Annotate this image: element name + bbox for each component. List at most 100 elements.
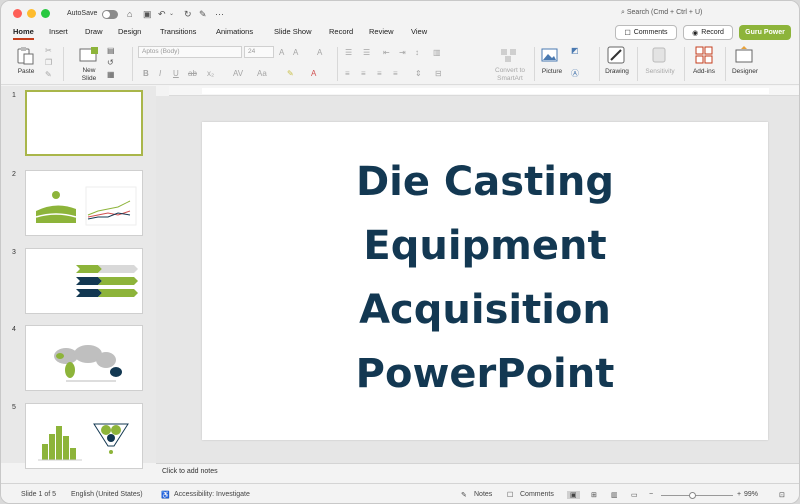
comments-button[interactable]: ☐ Comments	[615, 25, 677, 40]
line-spacing-icon[interactable]: ↕	[415, 48, 419, 57]
character-spacing-icon[interactable]: AV	[233, 69, 243, 78]
tab-transitions[interactable]: Transitions	[160, 25, 196, 38]
zoom-out-icon[interactable]: −	[649, 491, 653, 498]
more-icon[interactable]: ⋯	[215, 9, 224, 19]
bullets-icon[interactable]: ☰	[345, 48, 352, 57]
thumbnail-slide-4[interactable]	[25, 325, 143, 391]
current-slide[interactable]: Die Casting Equipment Acquisition PowerP…	[202, 122, 768, 440]
new-slide-icon[interactable]	[79, 47, 99, 63]
decrease-font-icon[interactable]: A	[293, 48, 298, 57]
redo-icon[interactable]: ↻	[184, 9, 192, 19]
tab-view[interactable]: View	[411, 25, 427, 38]
accessibility-status[interactable]: Accessibility: Investigate	[174, 491, 250, 498]
drawing-icon[interactable]	[607, 46, 625, 64]
sensitivity-icon[interactable]	[651, 46, 667, 64]
tab-record[interactable]: Record	[329, 25, 353, 38]
slideshow-icon[interactable]: ▭	[631, 491, 638, 499]
slide-title[interactable]: Die Casting Equipment Acquisition PowerP…	[202, 150, 768, 406]
minimize-window-button[interactable]	[27, 9, 36, 18]
justify-icon[interactable]: ≡	[393, 69, 398, 78]
normal-view-icon[interactable]: ▣	[567, 491, 580, 499]
designer-label: Designer	[731, 68, 758, 75]
thumbnail-slide-2[interactable]	[25, 170, 143, 236]
font-color-icon[interactable]: A	[311, 69, 316, 78]
notes-pane[interactable]: Click to add notes	[156, 463, 799, 481]
tab-draw[interactable]: Draw	[85, 25, 103, 38]
slide-sorter-icon[interactable]: ⊞	[591, 491, 597, 499]
paste-icon[interactable]	[15, 47, 35, 65]
format-painter-icon[interactable]: ✎	[45, 70, 52, 79]
autosave-toggle[interactable]	[102, 10, 118, 19]
new-slide-label: New Slide	[81, 67, 97, 82]
align-center-icon[interactable]: ≡	[361, 69, 366, 78]
numbering-icon[interactable]: ☰	[363, 48, 370, 57]
save-icon[interactable]: ▣	[143, 9, 152, 19]
increase-indent-icon[interactable]: ⇥	[399, 48, 406, 57]
tab-design[interactable]: Design	[118, 25, 141, 38]
thumbnail-number: 1	[12, 92, 16, 99]
tab-insert[interactable]: Insert	[49, 25, 68, 38]
slide-title-line: Equipment	[363, 223, 607, 269]
text-direction-icon[interactable]: ⇕	[415, 69, 422, 78]
copy-icon[interactable]: ❐	[45, 58, 52, 67]
tab-home[interactable]: Home	[13, 25, 34, 40]
thumbnail-slide-3[interactable]	[25, 248, 143, 314]
divider	[637, 47, 638, 81]
increase-font-icon[interactable]: A	[279, 48, 284, 57]
align-text-icon[interactable]: ⊟	[435, 69, 442, 78]
subscript-icon[interactable]: x₂	[207, 69, 214, 78]
zoom-in-icon[interactable]: +	[737, 491, 741, 498]
shapes-icon[interactable]: ◩	[571, 46, 579, 55]
bold-icon[interactable]: B	[143, 69, 149, 78]
designer-icon[interactable]	[735, 46, 753, 64]
fit-slide-icon[interactable]: ⊡	[779, 491, 785, 499]
picture-icon[interactable]	[541, 47, 559, 63]
tab-review[interactable]: Review	[369, 25, 394, 38]
cut-icon[interactable]: ✂	[45, 46, 52, 55]
undo-icon[interactable]: ↶	[158, 9, 166, 19]
smartart-icon[interactable]	[499, 47, 519, 63]
highlight-icon[interactable]: ✎	[287, 69, 294, 78]
change-case-icon[interactable]: Aa	[257, 69, 267, 78]
zoom-slider[interactable]	[661, 495, 733, 496]
zoom-slider-handle[interactable]	[689, 492, 696, 499]
tab-animations[interactable]: Animations	[216, 25, 253, 38]
notes-toggle[interactable]: Notes	[474, 491, 492, 498]
undo-dropdown-icon[interactable]: ⌄	[169, 9, 174, 19]
underline-icon[interactable]: U	[173, 69, 179, 78]
thumbnail-2-graphic	[35, 186, 137, 226]
section-icon[interactable]: ▦	[107, 70, 115, 79]
tab-slide-show[interactable]: Slide Show	[274, 25, 312, 38]
reset-icon[interactable]: ↺	[107, 58, 114, 67]
add-ins-icon[interactable]	[695, 46, 713, 64]
add-ins-label: Add-ins	[692, 68, 716, 75]
reading-view-icon[interactable]: ▥	[611, 491, 618, 499]
text-box-icon[interactable]: Ⓐ	[571, 69, 579, 78]
layout-icon[interactable]: ▤	[107, 46, 115, 55]
record-button[interactable]: ◉ Record	[683, 25, 733, 40]
convert-smartart-label: Convert to SmartArt	[495, 67, 525, 82]
status-bar: Slide 1 of 5 English (United States) ♿ A…	[1, 483, 799, 503]
language-status[interactable]: English (United States)	[71, 491, 143, 498]
comments-toggle[interactable]: Comments	[520, 491, 554, 498]
zoom-level[interactable]: 99%	[744, 491, 758, 498]
italic-icon[interactable]: I	[159, 69, 161, 78]
align-left-icon[interactable]: ≡	[345, 69, 350, 78]
search-box[interactable]: ⌕ Search (Cmd + Ctrl + U)	[621, 9, 702, 17]
guru-power-button[interactable]: Guru Power	[739, 25, 791, 40]
home-icon[interactable]: ⌂	[127, 9, 132, 19]
align-right-icon[interactable]: ≡	[377, 69, 382, 78]
font-size-select[interactable]: 24	[244, 46, 274, 58]
decrease-indent-icon[interactable]: ⇤	[383, 48, 390, 57]
clear-format-icon[interactable]: A	[317, 48, 322, 57]
font-name-select[interactable]: Aptos (Body)	[138, 46, 242, 58]
record-icon: ◉	[692, 29, 699, 37]
thumbnail-number: 5	[12, 404, 16, 411]
thumbnail-slide-5[interactable]	[25, 403, 143, 469]
strikethrough-icon[interactable]: ab	[188, 69, 197, 78]
close-window-button[interactable]	[13, 9, 22, 18]
thumbnail-slide-1[interactable]	[25, 90, 143, 156]
columns-icon[interactable]: ▥	[433, 48, 441, 57]
zoom-window-button[interactable]	[41, 9, 50, 18]
customize-icon[interactable]: ✎	[199, 9, 207, 19]
